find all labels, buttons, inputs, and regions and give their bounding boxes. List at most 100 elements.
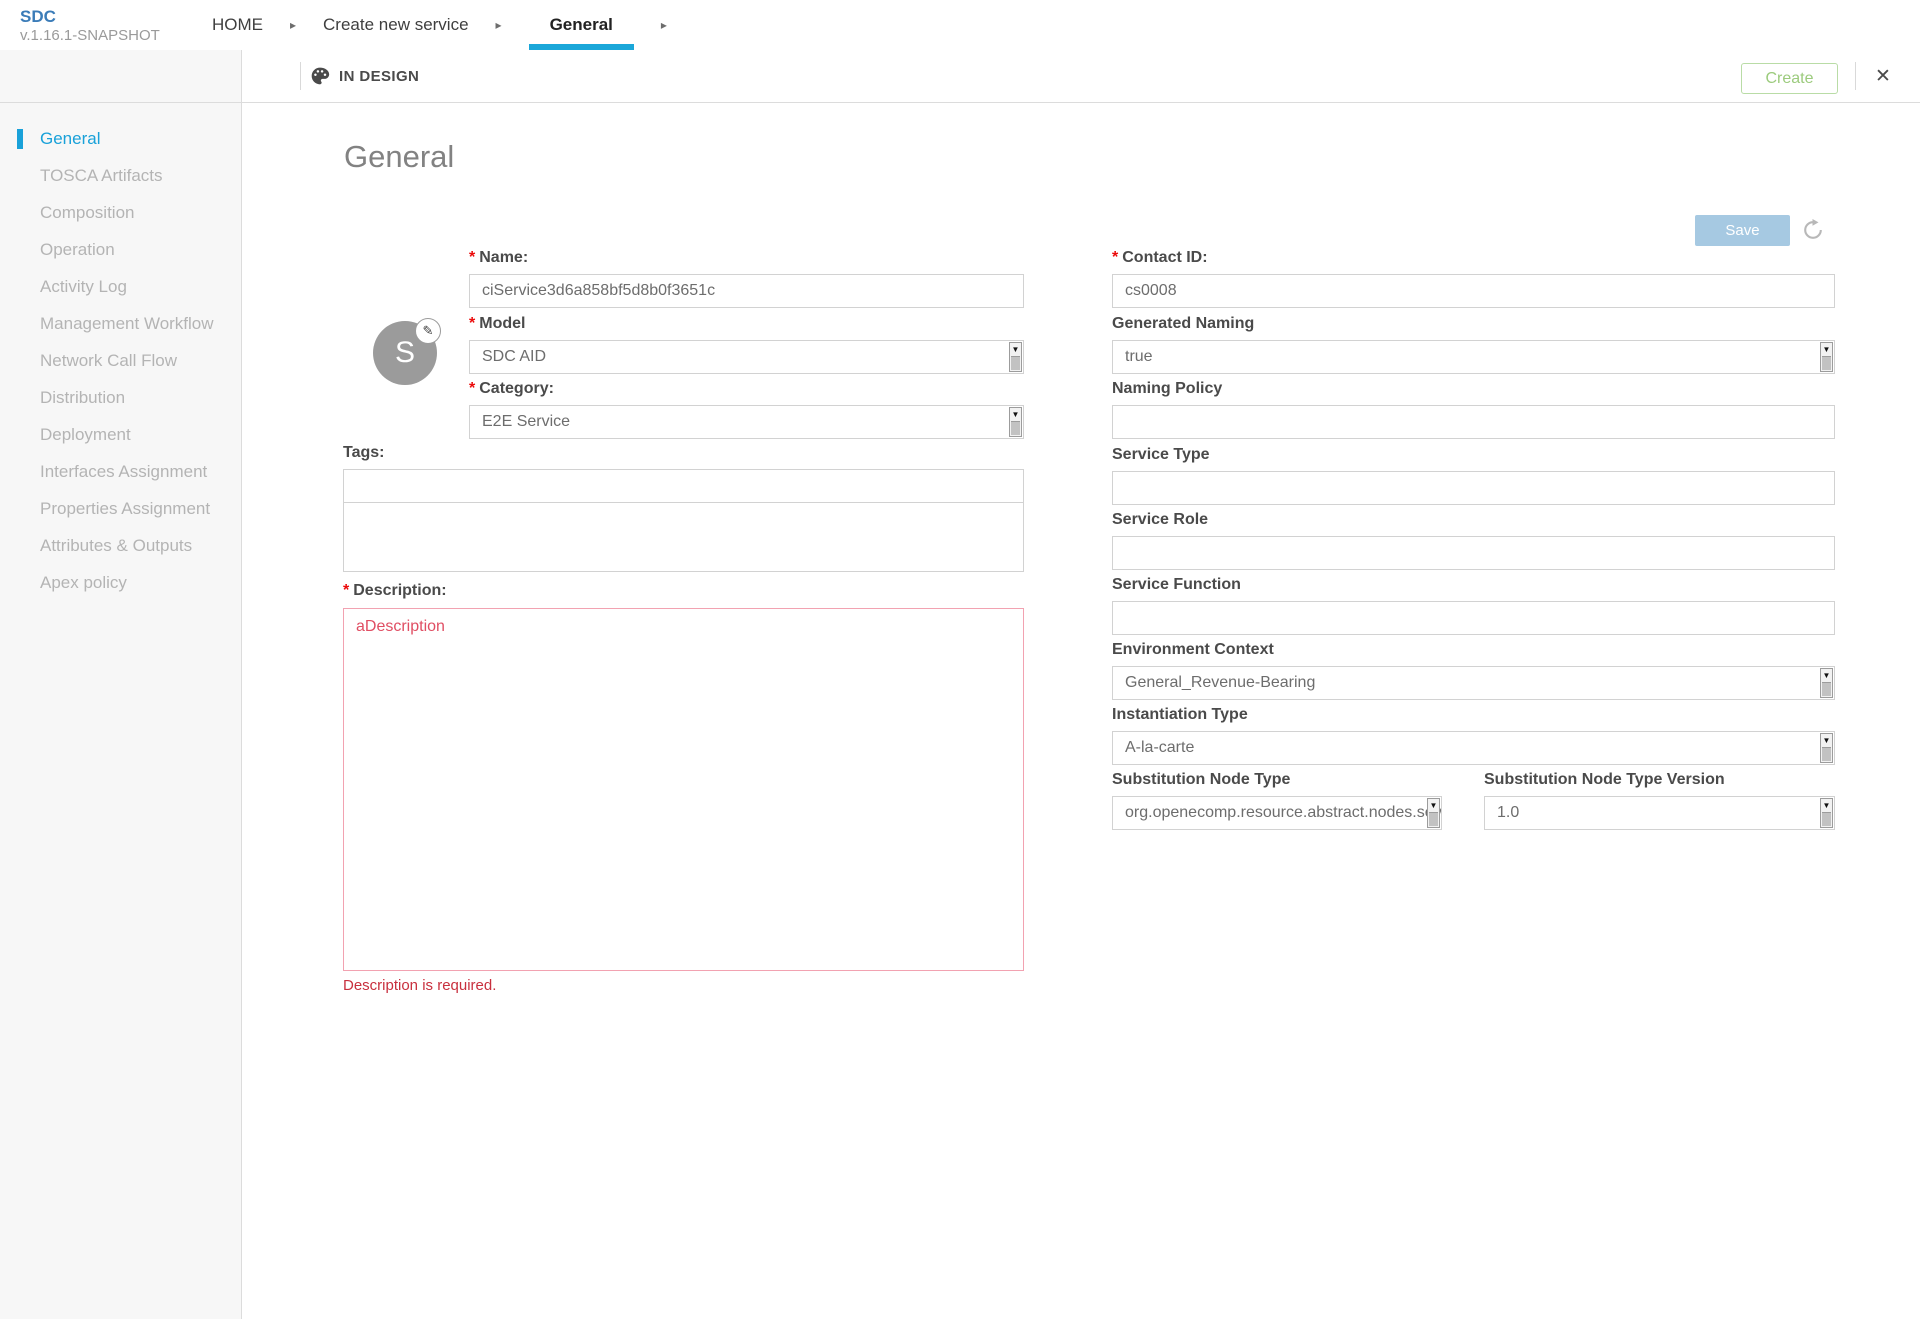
status-bar-divider [0,102,1920,103]
chevron-down-icon[interactable]: ▼ [1820,798,1833,828]
sidebar-item-attributes-outputs[interactable]: Attributes & Outputs [0,527,241,564]
service-function-input[interactable] [1112,601,1835,635]
sidebar-item-general[interactable]: General [0,120,241,157]
create-button[interactable]: Create [1741,63,1838,94]
generated-naming-select-value: true [1125,348,1153,365]
status-badge: IN DESIGN [339,67,420,85]
breadcrumb-create-new-service[interactable]: Create new service [323,15,469,35]
category-label: * Category: [469,380,554,397]
chevron-right-icon: ▸ [495,18,502,32]
sidebar-item-management-workflow[interactable]: Management Workflow [0,305,241,342]
category-select-value: E2E Service [482,413,571,430]
breadcrumb: HOME ▸ Create new service ▸ General ▸ [212,0,694,50]
sidebar-item-composition[interactable]: Composition [0,194,241,231]
sidebar-item-apex-policy[interactable]: Apex policy [0,564,241,601]
chevron-down-icon[interactable]: ▼ [1820,733,1833,763]
chevron-down-icon[interactable]: ▼ [1427,798,1440,828]
sidebar-item-label: Composition [40,203,135,222]
chevron-down-icon[interactable]: ▼ [1009,342,1022,372]
sidebar-menu: General TOSCA Artifacts Composition Oper… [0,120,241,601]
status-bar: IN DESIGN Create ✕ [242,50,1920,102]
category-select[interactable]: E2E Service ▼ [469,405,1024,439]
naming-policy-label: Naming Policy [1112,380,1223,397]
required-marker: * [1112,249,1119,266]
substitution-node-type-version-select-value: 1.0 [1497,804,1520,821]
app-version: v.1.16.1-SNAPSHOT [20,27,160,45]
sidebar-item-distribution[interactable]: Distribution [0,379,241,416]
generated-naming-label: Generated Naming [1112,315,1255,332]
sidebar-item-operation[interactable]: Operation [0,231,241,268]
substitution-node-type-version-label: Substitution Node Type Version [1484,771,1725,788]
sidebar-item-properties-assignment[interactable]: Properties Assignment [0,490,241,527]
sidebar-item-label: General [40,129,101,148]
sidebar-item-label: Operation [40,240,115,259]
chevron-down-icon[interactable]: ▼ [1820,342,1833,372]
breadcrumb-general-active[interactable]: General [528,0,634,50]
top-header: SDC v.1.16.1-SNAPSHOT HOME ▸ Create new … [0,0,1920,50]
sidebar-item-label: Properties Assignment [40,499,211,518]
model-select[interactable]: SDC AID ▼ [469,340,1024,374]
service-type-input[interactable] [1112,471,1835,505]
breadcrumb-home[interactable]: HOME [212,15,263,35]
naming-policy-input[interactable] [1112,405,1835,439]
tags-label: Tags: [343,444,385,461]
model-select-value: SDC AID [482,348,547,365]
refresh-icon[interactable] [1802,219,1824,241]
sidebar-item-label: Distribution [40,388,126,407]
instantiation-type-select-value: A-la-carte [1125,739,1195,756]
sidebar-item-label: Interfaces Assignment [40,462,208,481]
chevron-down-icon[interactable]: ▼ [1820,668,1833,698]
sidebar-item-label: Activity Log [40,277,127,296]
service-type-label: Service Type [1112,446,1210,463]
sidebar-item-activity-log[interactable]: Activity Log [0,268,241,305]
required-marker: * [343,582,350,599]
sidebar-item-label: TOSCA Artifacts [40,166,163,185]
divider [1855,62,1856,90]
instantiation-type-select[interactable]: A-la-carte ▼ [1112,731,1835,765]
generated-naming-select[interactable]: true ▼ [1112,340,1835,374]
edit-icon[interactable]: ✎ [415,318,441,344]
environment-context-select[interactable]: General_Revenue-Bearing ▼ [1112,666,1835,700]
general-form-panel: General Save S ✎ *Name: *Model SDC AID ▼… [242,103,1920,1319]
substitution-node-type-select-value: org.openecomp.resource.abstract.nodes.se… [1125,804,1442,821]
environment-context-label: Environment Context [1112,641,1274,658]
sidebar-item-label: Management Workflow [40,314,214,333]
description-label: * Description: [343,582,447,599]
service-function-label: Service Function [1112,576,1241,593]
save-button[interactable]: Save [1695,215,1790,246]
sidebar-item-interfaces-assignment[interactable]: Interfaces Assignment [0,453,241,490]
description-textarea[interactable]: aDescription [343,608,1024,971]
chevron-down-icon[interactable]: ▼ [1009,407,1022,437]
chevron-right-icon: ▸ [660,18,667,32]
model-label: * Model [469,315,526,332]
tags-input[interactable] [343,469,1024,503]
name-label: * Name: [469,249,529,266]
close-icon[interactable]: ✕ [1870,63,1896,89]
sidebar-item-label: Network Call Flow [40,351,177,370]
app-logo: SDC v.1.16.1-SNAPSHOT [20,6,160,46]
tab-general[interactable]: General [550,15,613,35]
instantiation-type-label: Instantiation Type [1112,706,1248,723]
sidebar-item-label: Deployment [40,425,131,444]
sidebar-item-network-call-flow[interactable]: Network Call Flow [0,342,241,379]
required-marker: * [469,380,476,397]
name-input[interactable] [469,274,1024,308]
palette-icon [310,66,330,86]
substitution-node-type-version-select[interactable]: 1.0 ▼ [1484,796,1835,830]
required-marker: * [469,315,476,332]
sidebar-item-label: Apex policy [40,573,127,592]
app-name: SDC [20,7,56,26]
avatar-letter: S [394,336,415,369]
description-error-message: Description is required. [343,977,497,994]
sidebar-item-tosca-artifacts[interactable]: TOSCA Artifacts [0,157,241,194]
avatar[interactable]: S ✎ [373,318,441,385]
contact-id-input[interactable] [1112,274,1835,308]
sidebar-item-deployment[interactable]: Deployment [0,416,241,453]
page-title: General [344,139,455,174]
sidebar: General TOSCA Artifacts Composition Oper… [0,50,242,1319]
substitution-node-type-select[interactable]: org.openecomp.resource.abstract.nodes.se… [1112,796,1442,830]
substitution-node-type-label: Substitution Node Type [1112,771,1291,788]
active-tab-underline [528,44,634,50]
service-role-input[interactable] [1112,536,1835,570]
active-item-bar [17,129,23,149]
